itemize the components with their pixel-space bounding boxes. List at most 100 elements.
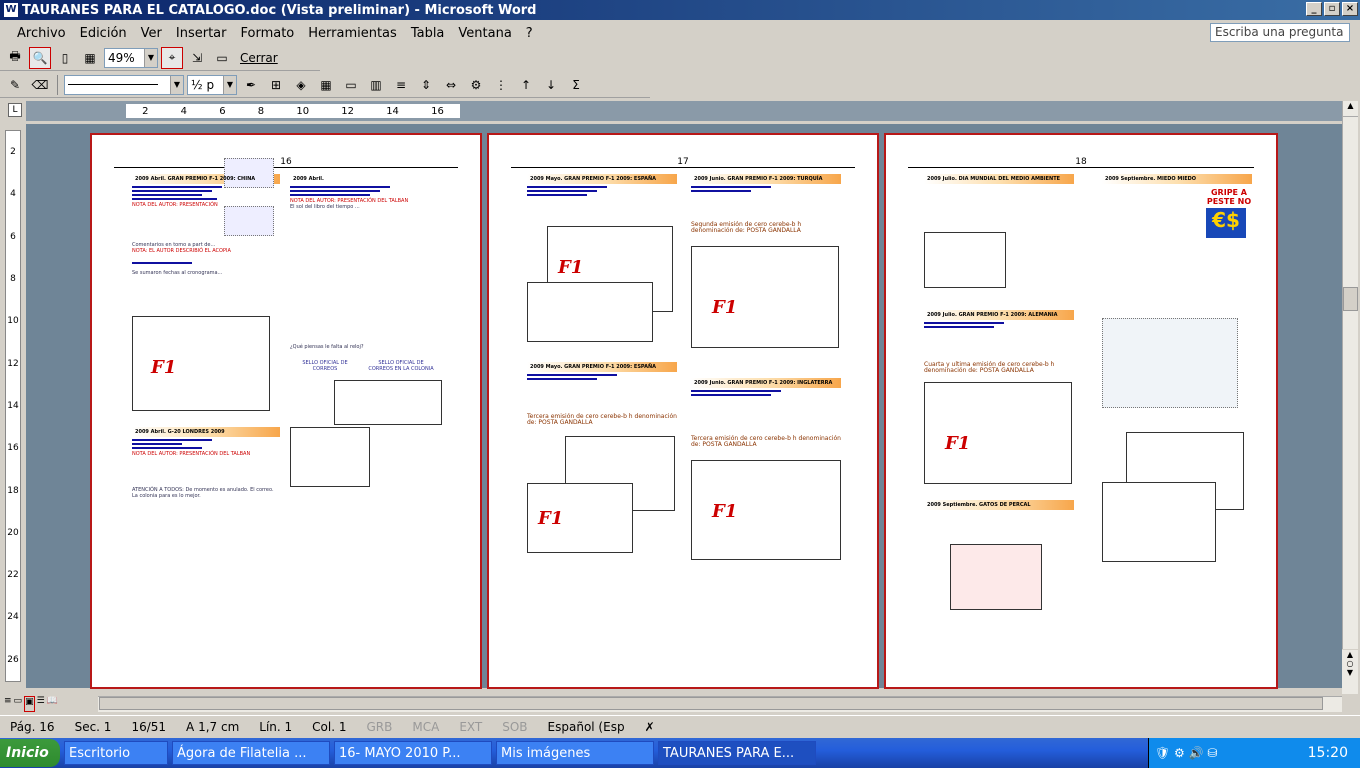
sort-descending-icon[interactable]: ↓ [540,74,562,96]
start-button[interactable]: Inicio [0,739,60,767]
taskbar-item-escritorio[interactable]: Escritorio [64,741,168,765]
reading-view-icon[interactable]: 📖 [47,696,58,712]
show-gridlines-icon[interactable]: ⋮ [490,74,512,96]
maximize-button[interactable]: ▫ [1324,2,1340,16]
insert-table-icon[interactable]: ▦ [315,74,337,96]
shading-color-icon[interactable]: ◈ [290,74,312,96]
ask-question-box[interactable]: Escriba una pregunta [1210,23,1350,42]
menu-help[interactable]: ? [519,26,540,41]
envelope-image [334,380,442,425]
autoformat-icon[interactable]: ⚙ [465,74,487,96]
spelling-status-icon[interactable]: ✗ [635,720,665,734]
draw-table-icon[interactable]: ✎ [4,74,26,96]
ruler-tick: 16 [431,105,444,117]
line-style-combo[interactable]: ▼ [64,74,184,95]
taskbar-item-folder[interactable]: 16- MAYO 2010 P... [334,741,492,765]
envelope-image: F1 [924,382,1072,484]
chevron-down-icon: ▼ [223,75,236,94]
normal-view-icon[interactable]: ≡ [4,696,12,712]
article-heading: 2009 Septiembre. MIEDO MIEDO [1102,174,1252,184]
zoom-combo[interactable]: 49% ▼ [104,47,158,68]
peste-no-label: PESTE NO [1206,197,1252,206]
full-screen-icon[interactable]: ▭ [211,47,233,69]
merge-cells-icon[interactable]: ▭ [340,74,362,96]
borders-icon[interactable]: ⊞ [265,74,287,96]
window-title: TAURANES PARA EL CATALOGO.doc (Vista pre… [22,2,537,18]
eraser-icon[interactable]: ⌫ [29,74,51,96]
scroll-up-icon[interactable]: ▲ [1343,101,1358,117]
vruler-tick: 20 [7,527,19,538]
task-label: Escritorio [69,745,131,761]
status-grb[interactable]: GRB [356,720,402,734]
taskbar-item-images[interactable]: Mis imágenes [496,741,654,765]
outline-view-icon[interactable]: ☰ [37,696,45,712]
multiple-pages-icon[interactable]: ▦ [79,47,101,69]
emission-note: Cuarta y ultima emisión de cero cerebe-b… [924,361,1055,374]
official-stamp-caption: SELLO OFICIAL DE CORREOS [302,360,348,372]
menu-tabla[interactable]: Tabla [404,26,452,41]
zoom-value: 49% [108,50,135,65]
window-title-bar: W TAURANES PARA EL CATALOGO.doc (Vista p… [0,0,1360,20]
close-preview-button[interactable]: Cerrar [236,51,282,65]
page-17[interactable]: 17 2009 Mayo. GRAN PREMIO F-1 2009: ESPA… [487,133,879,689]
envelope-image [1102,482,1216,562]
status-ext[interactable]: EXT [449,720,492,734]
menu-herramientas[interactable]: Herramientas [301,26,404,41]
page-18[interactable]: 18 2009 Julio. DIA MUNDIAL DEL MEDIO AMB… [884,133,1278,689]
tray-icons[interactable]: 🛡 ⚙ 🔊 ⛁ [1155,746,1217,760]
sort-ascending-icon[interactable]: ↑ [515,74,537,96]
article-heading: 2009 Julio. DIA MUNDIAL DEL MEDIO AMBIEN… [924,174,1074,184]
one-page-icon[interactable]: ▯ [54,47,76,69]
print-view-icon[interactable]: ▣ [24,696,35,712]
browse-object-controls[interactable]: ▲ ○ ▼ [1342,650,1358,694]
print-icon[interactable]: 🖶 [4,47,26,69]
page-number: 16 [114,157,458,168]
envelope-image [924,232,1006,288]
shrink-to-fit-icon[interactable]: ⇲ [186,47,208,69]
line-weight-combo[interactable]: ½ p ▼ [187,74,237,95]
autosum-icon[interactable]: Σ [565,74,587,96]
close-button[interactable]: × [1342,2,1358,16]
border-color-icon[interactable]: ✒ [240,74,262,96]
horizontal-scrollbar[interactable] [98,696,1342,712]
status-sob[interactable]: SOB [492,720,537,734]
article-heading: 2009 Abril. G-20 LONDRES 2009 [132,427,280,437]
menu-formato[interactable]: Formato [233,26,301,41]
menu-ventana[interactable]: Ventana [451,26,518,41]
ruler-tick: 12 [341,105,354,117]
menu-archivo[interactable]: Archivo [10,26,73,41]
vruler-tick: 18 [7,485,19,496]
envelope-image: F1 [691,460,841,560]
menu-insertar[interactable]: Insertar [169,26,234,41]
vertical-ruler: 2 4 6 8 10 12 14 16 18 20 22 24 26 [5,130,21,682]
menu-edicion[interactable]: Edición [73,26,134,41]
vruler-tick: 22 [7,570,19,581]
vruler-tick: 8 [10,274,16,285]
align-icon[interactable]: ≡ [390,74,412,96]
page-16[interactable]: 16 2009 Abril. GRAN PREMIO F-1 2009: CHI… [90,133,482,689]
hscroll-thumb[interactable] [99,697,1323,710]
status-line: Lín. 1 [259,719,293,734]
taskbar-item-agora[interactable]: Ágora de Filatelia ... [172,741,330,765]
scroll-thumb[interactable] [1343,287,1358,311]
menu-ver[interactable]: Ver [134,26,169,41]
vruler-tick: 6 [10,231,16,242]
taskbar-item-word[interactable]: TAURANES PARA E... [658,741,816,765]
tab-selector-icon[interactable]: L [8,103,22,117]
ruler-tick: 4 [180,105,188,117]
ruler-toggle-icon[interactable]: ⌖ [161,46,183,69]
vertical-scrollbar[interactable]: ▲ [1342,101,1358,649]
split-cells-icon[interactable]: ▥ [365,74,387,96]
status-mca[interactable]: MCA [402,720,449,734]
magnifier-icon[interactable]: 🔍 [29,46,51,69]
view-buttons: ≡ ▭ ▣ ☰ 📖 [4,696,98,712]
minimize-button[interactable]: _ [1306,2,1322,16]
task-label: Mis imágenes [501,745,591,761]
ruler-tick: 2 [142,105,149,117]
distribute-rows-icon[interactable]: ⇕ [415,74,437,96]
distribute-columns-icon[interactable]: ⇔ [440,74,462,96]
task-label: 16- MAYO 2010 P... [339,745,461,761]
status-language[interactable]: Español (Esp [538,720,635,734]
stamp-image [224,206,274,236]
web-view-icon[interactable]: ▭ [14,696,23,712]
